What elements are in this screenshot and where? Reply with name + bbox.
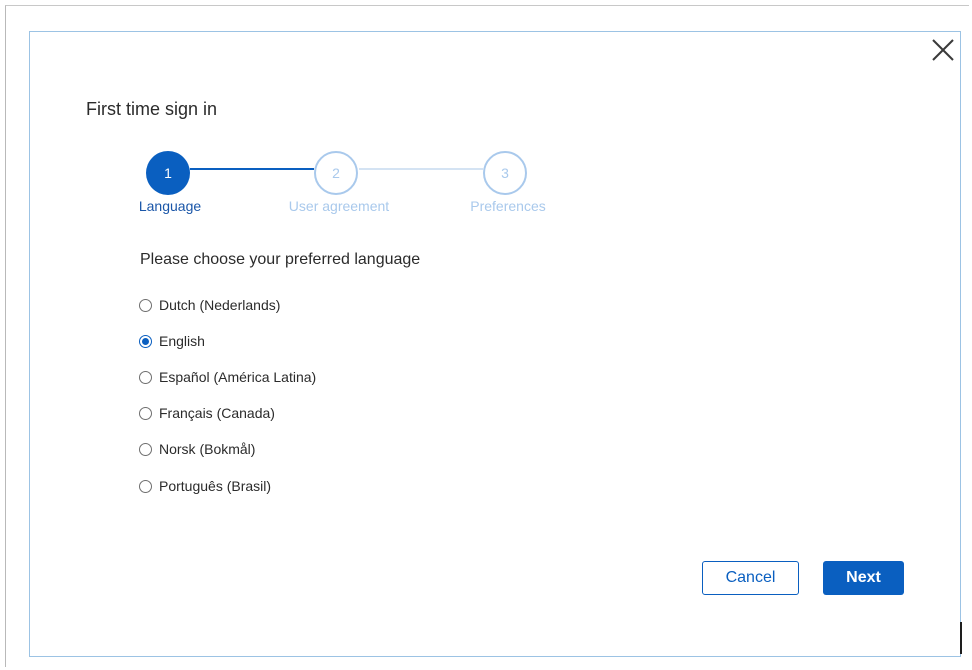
language-option-francais[interactable]: Français (Canada) bbox=[139, 403, 275, 423]
step-1-label: Language bbox=[138, 198, 202, 214]
radio-espanol[interactable] bbox=[139, 370, 152, 384]
language-option-english[interactable]: English bbox=[139, 331, 205, 351]
language-option-dutch[interactable]: Dutch (Nederlands) bbox=[139, 295, 280, 315]
radio-dutch[interactable] bbox=[139, 298, 152, 312]
radio-english[interactable] bbox=[139, 334, 152, 348]
step-2-label: User agreement bbox=[288, 198, 390, 214]
radio-francais[interactable] bbox=[139, 406, 152, 420]
language-option-label: Norsk (Bokmål) bbox=[159, 441, 256, 457]
stepper-connector-2 bbox=[359, 168, 483, 170]
step-2-number: 2 bbox=[332, 165, 340, 181]
step-1-circle: 1 bbox=[146, 151, 190, 195]
stepper-connector-1 bbox=[190, 168, 314, 170]
step-1-number: 1 bbox=[164, 165, 172, 181]
radio-portugues[interactable] bbox=[139, 479, 152, 493]
language-option-label: English bbox=[159, 333, 205, 349]
step-3-number: 3 bbox=[501, 165, 509, 181]
language-option-norsk[interactable]: Norsk (Bokmål) bbox=[139, 439, 255, 459]
language-option-portugues[interactable]: Português (Brasil) bbox=[139, 476, 271, 496]
close-icon[interactable] bbox=[930, 37, 956, 63]
language-option-label: Français (Canada) bbox=[159, 405, 275, 421]
dialog-title: First time sign in bbox=[86, 99, 218, 119]
window-edge bbox=[960, 622, 962, 654]
language-option-label: Português (Brasil) bbox=[159, 478, 272, 494]
step-2-circle: 2 bbox=[314, 151, 358, 195]
radio-norsk[interactable] bbox=[139, 442, 152, 456]
step-3-circle: 3 bbox=[483, 151, 527, 195]
cancel-button[interactable]: Cancel bbox=[702, 561, 799, 595]
language-option-label: Dutch (Nederlands) bbox=[159, 297, 281, 313]
step-3-label: Preferences bbox=[470, 198, 546, 214]
language-question: Please choose your preferred language bbox=[140, 251, 421, 268]
language-option-espanol[interactable]: Español (América Latina) bbox=[139, 367, 316, 387]
language-option-label: Español (América Latina) bbox=[159, 369, 317, 385]
next-button[interactable]: Next bbox=[823, 561, 904, 595]
